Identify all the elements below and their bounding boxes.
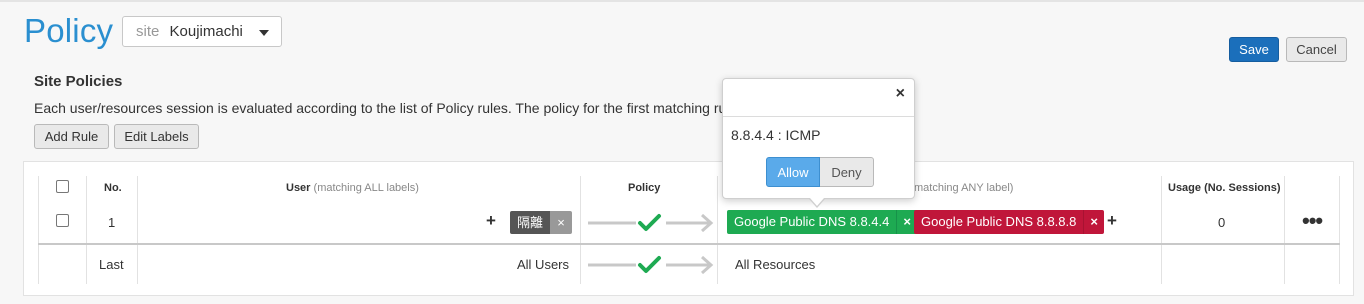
column-divider [1161, 176, 1162, 284]
save-button[interactable]: Save [1229, 37, 1279, 62]
header-resource: matching ANY label) [914, 182, 1013, 194]
row-divider [38, 243, 1340, 245]
header-policy: Policy [628, 182, 661, 194]
remove-resource-icon[interactable]: × [1083, 210, 1104, 234]
header-usage: Usage (No. Sessions) [1168, 182, 1281, 194]
section-title: Site Policies [34, 73, 123, 90]
site-selector[interactable]: site Koujimachi [122, 16, 282, 47]
add-resource-icon[interactable]: + [1107, 211, 1117, 231]
user-label-text: 隔離 [510, 211, 551, 234]
column-divider [580, 176, 581, 284]
add-user-label-icon[interactable]: + [486, 211, 496, 231]
column-divider [1339, 176, 1340, 284]
more-options-icon[interactable]: ••• [1302, 208, 1323, 234]
header-no: No. [104, 182, 122, 194]
cancel-button[interactable]: Cancel [1286, 37, 1347, 62]
usage-count: 0 [1218, 215, 1226, 230]
row-checkbox[interactable] [56, 214, 69, 227]
popover-divider [723, 116, 914, 117]
allow-policy-flow-icon[interactable] [588, 211, 714, 235]
column-divider [38, 176, 39, 284]
column-divider [86, 176, 87, 284]
caret-down-icon [259, 30, 269, 36]
allow-policy-flow-icon[interactable] [588, 253, 714, 277]
page-title: Policy [24, 12, 114, 49]
allow-deny-toggle: Allow Deny [766, 157, 874, 187]
row-number: 1 [108, 215, 116, 230]
column-divider [137, 176, 138, 284]
column-divider [717, 176, 718, 284]
allow-button[interactable]: Allow [766, 157, 820, 187]
popover-arrow-fill [810, 198, 824, 206]
close-icon[interactable]: × [896, 85, 905, 103]
select-all-checkbox[interactable] [56, 180, 69, 193]
header-resource-sub: matching ANY label) [914, 182, 1014, 194]
column-divider [1284, 176, 1285, 284]
edit-labels-button[interactable]: Edit Labels [114, 124, 199, 149]
resource-tag-label: Google Public DNS 8.8.8.8 [921, 214, 1077, 229]
remove-label-icon[interactable]: × [550, 211, 573, 234]
header-user-label: User [286, 182, 311, 194]
last-row-number: Last [99, 257, 124, 272]
site-selector-label: site [136, 23, 160, 40]
top-divider [0, 0, 1364, 2]
resource-tag-label: Google Public DNS 8.8.4.4 [734, 214, 890, 229]
resource-tag[interactable]: Google Public DNS 8.8.8.8 × [914, 210, 1104, 234]
site-selector-value: Koujimachi [169, 23, 243, 40]
header-user-sub: (matching ALL labels) [313, 182, 419, 194]
resource-tag[interactable]: Google Public DNS 8.8.4.4 × [727, 210, 917, 234]
last-row-user: All Users [517, 257, 570, 272]
last-row-resource: All Resources [735, 257, 816, 272]
popover-text: 8.8.4.4 : ICMP [731, 127, 821, 143]
section-description: Each user/resources session is evaluated… [34, 100, 738, 116]
deny-button[interactable]: Deny [820, 157, 874, 187]
user-label-tag[interactable]: 隔離 × [510, 211, 573, 234]
header-user: User (matching ALL labels) [286, 182, 419, 194]
protocol-popover: × 8.8.4.4 : ICMP Allow Deny [722, 78, 915, 199]
add-rule-button[interactable]: Add Rule [34, 124, 109, 149]
